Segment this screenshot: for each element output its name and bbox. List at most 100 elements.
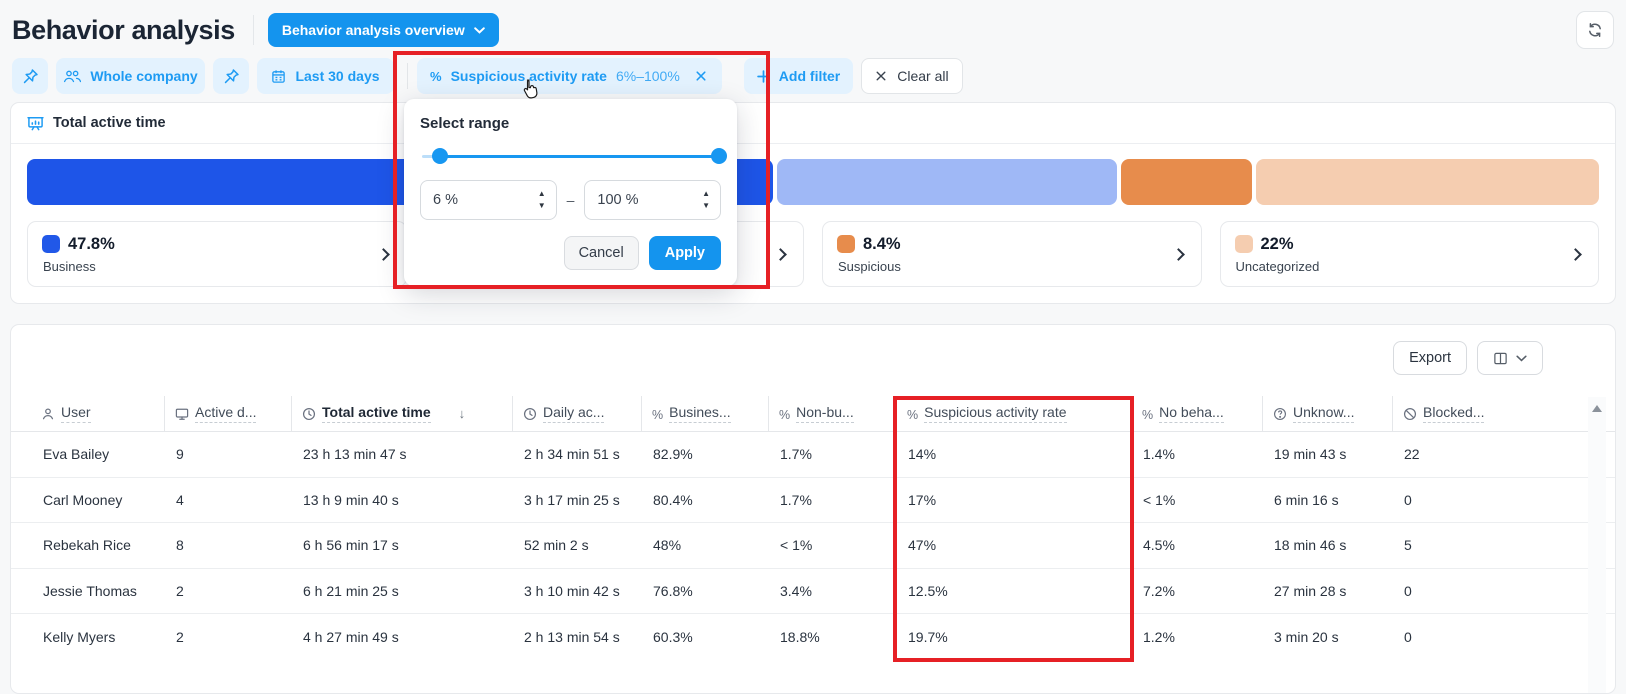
clear-all-button[interactable]: Clear all (861, 58, 962, 94)
bar-segment-suspicious[interactable] (1121, 159, 1252, 205)
table-row-jessie-thomas[interactable]: Jessie Thomas26 h 21 min 25 s3 h 10 min … (11, 569, 1615, 615)
uncategorized-color-swatch (1235, 235, 1253, 253)
percent-icon: % (652, 406, 663, 422)
percent-icon: % (1142, 406, 1153, 422)
spinner-down-icon[interactable]: ▼ (538, 202, 546, 210)
cell-active-d: 9 (164, 446, 291, 462)
pin-date-range-button[interactable] (213, 58, 249, 94)
cell-daily-ac: 52 min 2 s (512, 537, 641, 553)
business-color-swatch (42, 235, 60, 253)
cell-busines: 60.3% (641, 629, 768, 645)
cancel-button[interactable]: Cancel (564, 236, 639, 270)
column-header-unknow[interactable]: Unknow... (1262, 396, 1392, 431)
bar-segment-uncategorized[interactable] (1256, 159, 1599, 205)
column-header-blocked[interactable]: Blocked... (1392, 396, 1502, 431)
table-row-carl-mooney[interactable]: Carl Mooney413 h 9 min 40 s3 h 17 min 25… (11, 478, 1615, 524)
people-icon (63, 69, 81, 84)
cell-active-d: 8 (164, 537, 291, 553)
cell-total-active-time: 6 h 21 min 25 s (291, 583, 512, 599)
min-percent-value: 6 % (433, 192, 458, 208)
sort-desc-icon: ↓ (459, 406, 466, 421)
cell-user: Jessie Thomas (31, 583, 164, 599)
remove-filter-icon[interactable] (693, 68, 709, 84)
summary-card-business[interactable]: 47.8% Business (27, 221, 407, 287)
filter-chip-date-range-label: Last 30 days (295, 68, 379, 84)
cell-unknow: 6 min 16 s (1262, 492, 1392, 508)
popup-title: Select range (420, 115, 721, 132)
add-filter-button[interactable]: Add filter (744, 58, 853, 94)
min-percent-input[interactable]: 6 % ▲ ▼ (420, 180, 557, 220)
cell-blocked: 5 (1392, 537, 1502, 553)
range-filter-popup: Select range 6 % ▲ ▼ – 100 % ▲ ▼ Cancel … (404, 99, 737, 286)
clock-icon (523, 407, 537, 421)
popup-buttons: Cancel Apply (420, 236, 721, 270)
cell-suspicious-activity-rate: 12.5% (896, 583, 1131, 599)
column-header-non-bu[interactable]: %Non-bu... (768, 396, 896, 431)
percent-icon: % (430, 69, 442, 84)
presentation-chart-icon (27, 115, 44, 132)
overview-dropdown-button[interactable]: Behavior analysis overview (268, 13, 499, 47)
plus-icon (757, 70, 770, 83)
title-divider (253, 15, 254, 45)
slider-max-handle[interactable] (711, 148, 727, 164)
apply-button[interactable]: Apply (649, 236, 721, 270)
add-filter-label: Add filter (779, 68, 840, 84)
table-row-kelly-myers[interactable]: Kelly Myers24 h 27 min 49 s2 h 13 min 54… (11, 614, 1615, 660)
column-header-suspicious-activity-rate[interactable]: %Suspicious activity rate (896, 396, 1131, 431)
columns-icon (1493, 351, 1508, 366)
range-slider[interactable] (422, 148, 719, 164)
table-row-rebekah-rice[interactable]: Rebekah Rice86 h 56 min 17 s52 min 2 s48… (11, 523, 1615, 569)
cell-non-bu: 3.4% (768, 583, 896, 599)
column-header-busines[interactable]: %Busines... (641, 396, 768, 431)
cell-total-active-time: 6 h 56 min 17 s (291, 537, 512, 553)
pin-whole-company-button[interactable] (12, 58, 48, 94)
column-header-active-d[interactable]: Active d... (164, 396, 291, 431)
cell-suspicious-activity-rate: 17% (896, 492, 1131, 508)
cell-no-beha: 1.4% (1131, 446, 1262, 462)
max-percent-input[interactable]: 100 % ▲ ▼ (584, 180, 721, 220)
table-header-row: UserActive d...Total active time↓Daily a… (11, 396, 1615, 432)
cell-non-bu: 1.7% (768, 492, 896, 508)
cell-active-d: 2 (164, 629, 291, 645)
summary-card-uncategorized[interactable]: 22% Uncategorized (1220, 221, 1600, 287)
table-row-eva-bailey[interactable]: Eva Bailey923 h 13 min 47 s2 h 34 min 51… (11, 432, 1615, 478)
export-button[interactable]: Export (1393, 341, 1467, 375)
uncategorized-value: 22% (1261, 235, 1294, 254)
cell-user: Kelly Myers (31, 629, 164, 645)
top-bar: Behavior analysis Behavior analysis over… (0, 0, 1626, 50)
filter-chip-date-range[interactable]: Last 30 days (257, 58, 394, 94)
chevron-down-icon (474, 27, 485, 34)
percent-icon: % (779, 406, 790, 422)
cell-user: Carl Mooney (31, 492, 164, 508)
clear-all-label: Clear all (897, 68, 948, 84)
summary-card-suspicious[interactable]: 8.4% Suspicious (822, 221, 1202, 287)
business-label: Business (43, 259, 115, 274)
clock-icon (302, 407, 316, 421)
refresh-button[interactable] (1576, 11, 1614, 49)
column-header-daily-ac[interactable]: Daily ac... (512, 396, 641, 431)
spinner-up-icon[interactable]: ▲ (538, 190, 546, 198)
cell-non-bu: 1.7% (768, 446, 896, 462)
table-scrollbar[interactable] (1588, 397, 1606, 693)
slider-min-handle[interactable] (432, 148, 448, 164)
column-header-no-beha[interactable]: %No beha... (1131, 396, 1262, 431)
scroll-up-icon[interactable] (1592, 405, 1602, 412)
spinner-up-icon[interactable]: ▲ (702, 190, 710, 198)
suspicious-label: Suspicious (838, 259, 901, 274)
column-header-total-active-time[interactable]: Total active time↓ (291, 396, 512, 431)
column-header-user[interactable]: User (31, 396, 164, 431)
filter-chip-whole-company[interactable]: Whole company (56, 58, 205, 94)
cell-total-active-time: 23 h 13 min 47 s (291, 446, 512, 462)
cell-unknow: 3 min 20 s (1262, 629, 1392, 645)
bar-segment-covered-by-dialog[interactable] (777, 159, 1117, 205)
filter-chip-suspicious-activity-rate[interactable]: % Suspicious activity rate 6%–100% (417, 58, 722, 94)
pin-icon (22, 68, 39, 85)
cell-suspicious-activity-rate: 14% (896, 446, 1131, 462)
cell-user: Eva Bailey (31, 446, 164, 462)
cell-busines: 48% (641, 537, 768, 553)
suspicious-value: 8.4% (863, 235, 901, 254)
spinner-down-icon[interactable]: ▼ (702, 202, 710, 210)
cell-active-d: 2 (164, 583, 291, 599)
column-settings-button[interactable] (1477, 341, 1543, 375)
total-active-time-panel: Total active time 47.8% Business (10, 102, 1616, 304)
